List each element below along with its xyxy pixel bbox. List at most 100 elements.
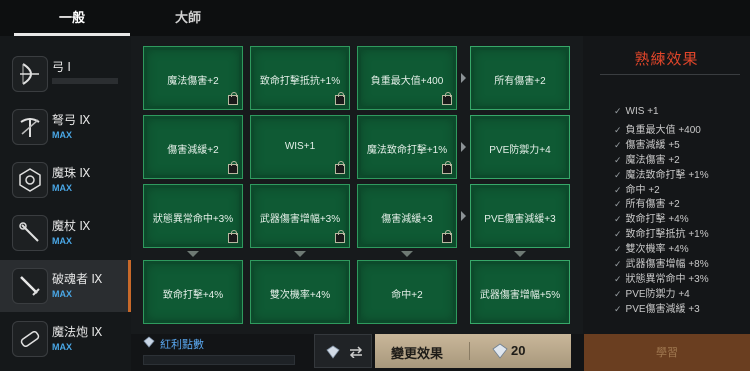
swap-icon xyxy=(349,346,363,358)
bow-icon xyxy=(12,56,48,92)
row-arrow-icon xyxy=(461,211,466,221)
lock-icon xyxy=(335,230,345,243)
mastery-cell[interactable]: WIS+1 xyxy=(250,115,350,179)
weapon-name: 破魂者 Ⅸ xyxy=(52,272,103,286)
effect-text: 負重最大值 +400 xyxy=(625,124,701,136)
mastery-cell[interactable]: 狀態異常命中+3% xyxy=(143,184,243,248)
weapon-max-badge: MAX xyxy=(52,342,72,352)
mastery-cell-label: 魔法傷害+2 xyxy=(167,76,219,87)
check-icon: ✓ xyxy=(614,259,622,269)
weapon-item-cannon[interactable]: 魔法炮 Ⅸ MAX xyxy=(0,313,131,357)
diamond-icon xyxy=(326,345,340,359)
effect-item: ✓ 武器傷害增幅 +8% xyxy=(614,255,709,270)
effect-item: ✓ 魔法傷害 +2 xyxy=(614,151,680,166)
mastery-cell[interactable]: 武器傷害增幅+5% xyxy=(470,260,570,324)
check-icon: ✓ xyxy=(614,288,622,299)
mastery-cell[interactable]: 武器傷害增幅+3% xyxy=(250,184,350,248)
check-icon: ✓ xyxy=(614,229,622,240)
mastery-cell-label: 武器傷害增幅+5% xyxy=(479,290,561,301)
lock-icon xyxy=(442,92,452,105)
effect-item: ✓ 傷害減緩 +5 xyxy=(614,136,680,151)
learn-label: 學習 xyxy=(656,347,678,359)
mastery-cell-label: 負重最大值+400 xyxy=(370,76,444,87)
diamond-icon xyxy=(143,335,155,348)
effect-text: 致命打擊抵抗 +1% xyxy=(625,229,709,241)
mastery-cell[interactable]: PVE防禦力+4 xyxy=(470,115,570,179)
mastery-cell-label: 雙次機率+4% xyxy=(269,290,331,301)
lock-icon xyxy=(228,230,238,243)
mastery-cell-label: 武器傷害增幅+3% xyxy=(259,214,341,225)
effect-text: 命中 +2 xyxy=(625,184,660,196)
row-arrow-icon xyxy=(461,73,466,83)
weapon-item-bow[interactable]: 弓 Ⅰ xyxy=(0,48,131,100)
weapon-max-badge: MAX xyxy=(52,130,72,140)
swap-currency-button[interactable] xyxy=(314,334,372,368)
weapon-name: 弓 Ⅰ xyxy=(52,60,71,74)
weapon-item-crossbow[interactable]: 弩弓 Ⅸ MAX xyxy=(0,101,131,153)
wand-icon xyxy=(12,215,48,251)
weapon-item-orb[interactable]: 魔珠 Ⅸ MAX xyxy=(0,154,131,206)
mastery-cell[interactable]: 傷害減緩+2 xyxy=(143,115,243,179)
weapon-item-wand[interactable]: 魔杖 Ⅸ MAX xyxy=(0,207,131,259)
check-icon: ✓ xyxy=(614,214,622,225)
weapon-name: 魔珠 Ⅸ xyxy=(52,166,91,180)
bonus-points-bar xyxy=(143,355,295,365)
check-icon: ✓ xyxy=(614,184,622,195)
change-effect-label: 變更效果 xyxy=(391,346,444,361)
effect-text: 武器傷害增幅 +8% xyxy=(625,259,709,270)
weapon-name: 魔杖 Ⅸ xyxy=(52,219,91,233)
tab-master[interactable]: 大師 xyxy=(130,0,246,36)
mastery-cell-label: 致命打擊+4% xyxy=(162,290,224,301)
down-arrow-icon xyxy=(401,251,413,257)
mastery-cell-label: PVE傷害減緩+3 xyxy=(484,214,556,225)
check-icon: ✓ xyxy=(614,199,622,210)
mastery-cell-label: 所有傷害+2 xyxy=(494,76,546,87)
mastery-cell-label: PVE防禦力+4 xyxy=(489,145,551,156)
check-icon: ✓ xyxy=(614,273,622,284)
effect-text: PVE傷害減緩 +3 xyxy=(625,303,700,315)
tab-general[interactable]: 一般 xyxy=(14,0,130,36)
weapon-max-badge: MAX xyxy=(52,183,72,193)
weapon-max-badge: MAX xyxy=(52,236,72,246)
check-icon: ✓ xyxy=(614,303,622,314)
lock-icon xyxy=(335,92,345,105)
mastery-cell-label: WIS+1 xyxy=(284,141,316,152)
mastery-cell[interactable]: 命中+2 xyxy=(357,260,457,324)
mastery-cell[interactable]: 所有傷害+2 xyxy=(470,46,570,110)
effect-text: 致命打擊 +4% xyxy=(625,214,689,226)
effect-item: ✓ 命中 +2 xyxy=(614,181,660,196)
change-effect-cost: 20 xyxy=(511,343,526,358)
effect-text: 魔法傷害 +2 xyxy=(625,154,680,166)
mastery-cell-label: 致命打擊抵抗+1% xyxy=(259,76,341,87)
effect-text: WIS +1 xyxy=(625,106,659,117)
down-arrow-icon xyxy=(187,251,199,257)
mastery-cell[interactable]: 負重最大值+400 xyxy=(357,46,457,110)
mastery-cell[interactable]: 致命打擊+4% xyxy=(143,260,243,324)
effect-item: ✓ 狀態異常命中 +3% xyxy=(614,270,709,285)
learn-button[interactable]: 學習 xyxy=(584,334,750,371)
effect-item: ✓ 負重最大值 +400 xyxy=(614,121,701,136)
diamond-icon xyxy=(492,343,508,359)
effect-text: 傷害減緩 +5 xyxy=(625,139,680,151)
weapon-item-soulbreaker[interactable]: 破魂者 Ⅸ MAX xyxy=(0,260,131,312)
lock-icon xyxy=(335,161,345,174)
effect-text: 所有傷害 +2 xyxy=(625,199,680,211)
mastery-cell[interactable]: 魔法傷害+2 xyxy=(143,46,243,110)
mastery-cell[interactable]: PVE傷害減緩+3 xyxy=(470,184,570,248)
mastery-cell[interactable]: 雙次機率+4% xyxy=(250,260,350,324)
bonus-points-label: 紅利點數 xyxy=(160,339,204,351)
mastery-cell-label: 狀態異常命中+3% xyxy=(152,214,234,225)
mastery-cell[interactable]: 致命打擊抵抗+1% xyxy=(250,46,350,110)
crossbow-icon xyxy=(12,109,48,145)
mastery-cell[interactable]: 魔法致命打擊+1% xyxy=(357,115,457,179)
effect-item: ✓ 所有傷害 +2 xyxy=(614,195,680,210)
effect-item: ✓ 致命打擊 +4% xyxy=(614,210,689,225)
effect-text: 雙次機率 +4% xyxy=(625,244,689,256)
mastery-cell[interactable]: 傷害減緩+3 xyxy=(357,184,457,248)
effect-item: ✓ 致命打擊抵抗 +1% xyxy=(614,225,709,240)
change-effect-button[interactable]: 變更效果 20 xyxy=(375,334,571,368)
effect-text: 狀態異常命中 +3% xyxy=(625,273,709,285)
weapon-name: 弩弓 Ⅸ xyxy=(52,113,91,127)
cannon-icon xyxy=(12,321,48,357)
mastery-cell-label: 傷害減緩+3 xyxy=(381,214,433,225)
